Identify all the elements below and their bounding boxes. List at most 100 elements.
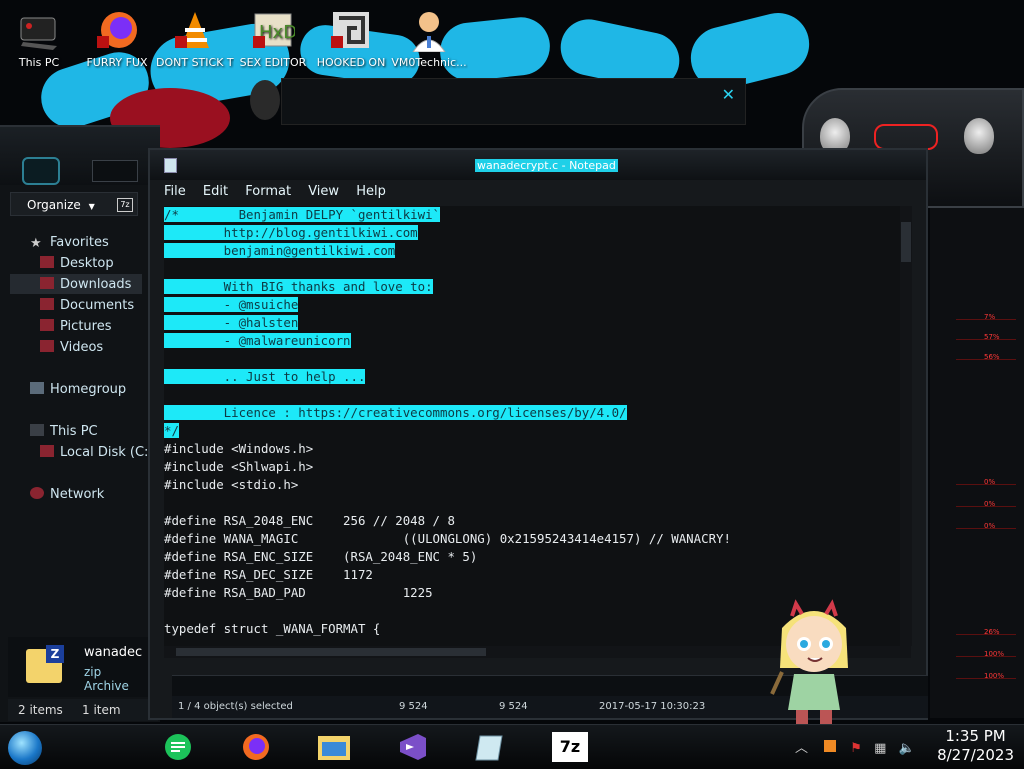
code-line: .. Just to help ... [164,368,911,386]
gauge-value-label: 57% [984,333,1000,341]
code-line: #define RSA_DEC_SIZE 1172 [164,566,911,584]
code-line: With BIG thanks and love to: [164,278,911,296]
maze-shortcut-icon [329,8,373,52]
address-bar[interactable] [92,160,138,182]
code-line-text: benjamin@gentilkiwi.com [164,243,396,258]
tree-item-network[interactable]: Network [30,487,104,502]
videos-folder-icon [40,340,54,352]
gauge-value-label: 7% [984,313,996,321]
taskbar-clock[interactable]: 1:35 PM 8/27/2023 [937,727,1014,765]
firefox-icon[interactable] [238,732,274,762]
chevron-up-icon[interactable]: ︿ [795,741,808,756]
desktop-icon-vm0technic[interactable]: VM0Technic... [390,6,468,69]
menu-edit[interactable]: Edit [203,184,228,199]
menu-file[interactable]: File [164,184,186,199]
code-line: #include <Shlwapi.h> [164,458,911,476]
drive-icon [40,445,54,457]
menu-view[interactable]: View [308,184,339,199]
this-pc-icon [17,8,61,52]
close-icon[interactable]: ✕ [722,85,735,104]
tree-item-videos[interactable]: Videos [40,340,103,355]
tree-item-desktop[interactable]: Desktop [40,256,114,271]
archive-icon: 7z [117,198,133,212]
text-editor-area[interactable]: /* Benjamin DELPY `gentilkiwi` http://bl… [164,206,911,646]
scroll-thumb[interactable] [176,648,486,656]
code-line: /* Benjamin DELPY `gentilkiwi` [164,206,911,224]
tree-item-local-disk[interactable]: Local Disk (C: [40,445,148,460]
notepad-app-icon [164,158,177,173]
code-line-text: With BIG thanks and love to: [164,279,433,294]
app-tray-icon[interactable] [824,740,837,752]
zip-archive-icon: Z [26,645,64,683]
tree-item-favorites[interactable]: ★ Favorites [30,235,109,251]
menu-format[interactable]: Format [245,184,291,199]
desktop-icon-furry-fux[interactable]: FURRY FUX [78,6,156,69]
firefox-shortcut-icon [95,8,139,52]
file-size: 9 524 [399,701,428,712]
start-button[interactable] [8,731,42,765]
visual-studio-icon[interactable] [394,732,430,762]
vertical-scrollbar[interactable] [900,206,912,646]
flag-icon[interactable]: ⚑ [850,741,862,756]
homegroup-icon [30,382,44,394]
code-line-text: #define WANA_MAGIC ((ULONGLONG) 0x215952… [164,531,731,546]
notepad-titlebar[interactable]: wanadecrypt.c - Notepad [150,150,926,180]
system-monitor-gadget: 7% 57% 56% 0% 0% 0% 26% 100% 100% [802,88,1024,718]
code-line: #define WANA_MAGIC ((ULONGLONG) 0x215952… [164,530,911,548]
desktop-icon-sex-editor[interactable]: HxD SEX EDITOR [234,6,312,69]
tree-item-homegroup[interactable]: Homegroup [30,382,126,397]
code-line-text: - @msuiche [164,297,299,312]
network-icon [30,487,44,499]
details-preview: Z wanadec zip Archive [8,637,148,697]
file-explorer-icon[interactable] [316,732,352,762]
code-line: #define RSA_ENC_SIZE (RSA_2048_ENC * 5) [164,548,911,566]
tree-item-this-pc[interactable]: This PC [30,424,98,439]
hex-editor-shortcut-icon: HxD [251,8,297,52]
code-line: #define RSA_2048_ENC 256 // 2048 / 8 [164,512,911,530]
code-line: - @malwareunicorn [164,332,911,350]
organize-button[interactable]: Organize ▼ 7z [10,192,138,216]
clock-date: 8/27/2023 [937,746,1014,764]
code-line-text: /* Benjamin DELPY `gentilkiwi` [164,207,441,222]
code-line-text: #define RSA_DEC_SIZE 1172 [164,567,373,582]
scroll-thumb[interactable] [901,222,911,262]
notes-app-icon[interactable] [160,732,196,762]
desktop-icon-hooked-on[interactable]: HOOKED ON [312,6,390,69]
clock-time: 1:35 PM [945,727,1006,745]
explorer-status-bar: 2 items 1 item selecte [8,699,158,739]
network-tray-icon[interactable]: ▦ [874,741,886,756]
preview-filetype: zip Archive [84,665,129,693]
menu-bar: File Edit Format View Help [164,184,399,204]
tree-item-downloads[interactable]: Downloads [40,277,131,292]
notepad-icon[interactable] [472,732,508,762]
volume-icon[interactable]: 🔈 [899,741,915,756]
code-line-text: #define RSA_ENC_SIZE (RSA_2048_ENC * 5) [164,549,478,564]
menu-help[interactable]: Help [356,184,386,199]
window-title: wanadecrypt.c - Notepad [475,159,618,172]
code-line: benjamin@gentilkiwi.com [164,242,911,260]
gauge-value-label: 0% [984,478,996,486]
code-line-text: #include <stdio.h> [164,477,299,492]
7zip-icon[interactable]: 7z [552,732,588,762]
file-explorer-window: Organize ▼ 7z ★ Favorites Desktop Downloa… [0,125,160,739]
computer-icon [30,424,44,436]
alien-logo-icon [964,118,994,154]
code-line: */ [164,422,911,440]
desktop-icon-this-pc[interactable]: This PC [0,6,78,69]
code-line-text: - @halsten [164,315,299,330]
tree-item-documents[interactable]: Documents [40,298,134,313]
code-line: http://blog.gentilkiwi.com [164,224,911,242]
code-line: #include <stdio.h> [164,476,911,494]
tree-item-pictures[interactable]: Pictures [40,319,111,334]
back-button[interactable] [22,157,60,185]
star-icon: ★ [30,236,42,251]
gauge-value-label: 0% [984,522,996,530]
code-line-text: - @malwareunicorn [164,333,351,348]
documents-folder-icon [40,298,54,310]
code-line-text: .. Just to help ... [164,369,366,384]
desktop-icon-dont-stick[interactable]: DONT STICK THIS IN YO... [156,6,234,69]
item-count: 2 items [18,703,63,717]
code-line-text: Licence : https://creativecommons.org/li… [164,405,627,420]
